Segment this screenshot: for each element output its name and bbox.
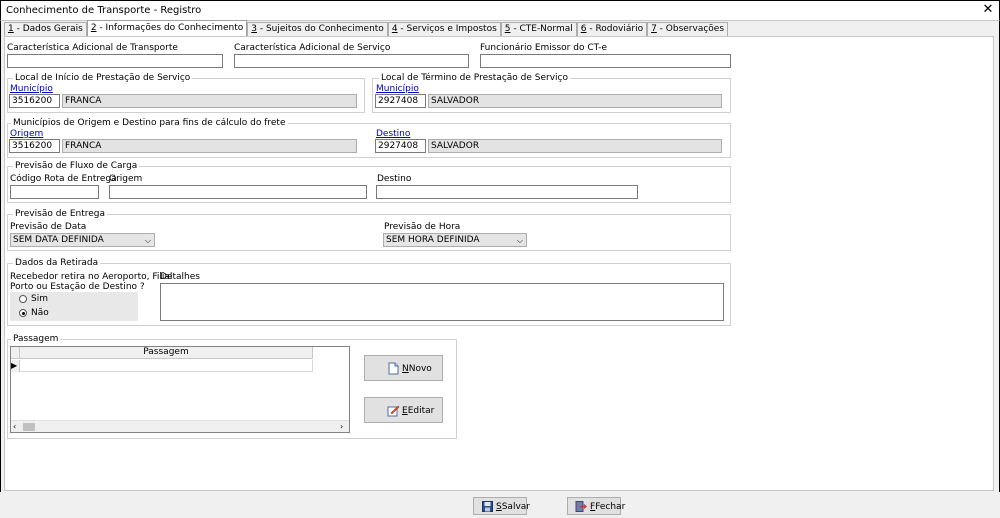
fluxo-origem-label: Origem <box>109 174 143 184</box>
chevron-down-icon: ⌵ <box>144 236 151 245</box>
exit-door-icon <box>575 501 587 512</box>
scrollbar-thumb[interactable] <box>23 423 35 431</box>
tab-sujeitos[interactable]: 3 - Sujeitos do Conhecimento <box>247 22 388 36</box>
salvar-button[interactable]: SSalvar <box>473 497 530 515</box>
fluxo-destino-input[interactable] <box>376 185 638 199</box>
destino-code: 2927408 <box>375 139 426 153</box>
retirada-question-line2: Porto ou Estação de Destino ? <box>10 282 145 292</box>
previsao-hora-label: Previsão de Hora <box>384 222 461 232</box>
fluxo-destino-label: Destino <box>377 174 412 184</box>
retirada-legend: Dados da Retirada <box>13 258 101 268</box>
caract-transporte-label: Característica Adicional de Transporte <box>7 43 178 53</box>
origem-link[interactable]: Origem <box>10 129 43 139</box>
detalhes-textarea[interactable] <box>160 283 724 321</box>
grid-corner-cell <box>11 347 20 359</box>
caract-transporte-input[interactable] <box>7 54 223 68</box>
entrega-legend: Previsão de Entrega <box>13 209 108 219</box>
nao-radio[interactable] <box>19 309 27 317</box>
sim-radio[interactable] <box>19 295 27 303</box>
tab-dados-gerais[interactable]: 1 - Dados Gerais <box>4 22 87 36</box>
salvar-label: Salvar <box>501 502 530 512</box>
caract-servico-label: Característica Adicional de Serviço <box>234 43 391 53</box>
scroll-right-icon[interactable]: › <box>340 421 343 433</box>
editar-label: Editar <box>407 406 435 416</box>
tab-servicos-impostos[interactable]: 4 - Serviços e Impostos <box>387 22 501 36</box>
window-title: Conhecimento de Transporte - Registro <box>6 5 202 16</box>
fluxo-origem-input[interactable] <box>109 185 367 199</box>
save-disk-icon <box>482 501 493 512</box>
termino-name: SALVADOR <box>428 94 722 108</box>
retirada-question-line1: Recebedor retira no Aeroporto, Filial <box>10 272 173 282</box>
caract-servico-input[interactable] <box>234 54 469 68</box>
close-icon[interactable]: ✕ <box>981 3 995 17</box>
tab-observacoes[interactable]: 7 - Observações <box>647 22 729 36</box>
title-bar: Conhecimento de Transporte - Registro ✕ <box>0 0 1000 20</box>
fechar-button[interactable]: FFechar <box>567 497 625 515</box>
retirada-radio-group <box>10 292 138 321</box>
novo-button[interactable]: NNovo <box>364 355 443 381</box>
tab-cte-normal[interactable]: 5 - CTE-Normal <box>500 22 577 36</box>
municipios-legend: Municípios de Origem e Destino para fins… <box>11 118 288 128</box>
previsao-data-select[interactable]: SEM DATA DEFINIDA ⌵ <box>10 233 155 247</box>
termino-municipio-link[interactable]: Município <box>376 84 419 94</box>
tab-rodoviario[interactable]: 6 - Rodoviário <box>576 22 648 36</box>
grid-column-header[interactable]: Passagem <box>20 347 313 359</box>
inicio-municipio-link[interactable]: Município <box>10 84 53 94</box>
passagem-legend: Passagem <box>11 334 61 344</box>
origem-name: FRANCA <box>62 139 357 153</box>
codigo-rota-input[interactable] <box>10 185 99 199</box>
funcionario-label: Funcionário Emissor do CT-e <box>480 43 608 53</box>
nao-label: Não <box>31 308 49 318</box>
tab-informacoes-conhecimento[interactable]: 2 - Informações do Conhecimento <box>86 20 248 36</box>
destino-name: SALVADOR <box>428 139 722 153</box>
destino-link[interactable]: Destino <box>376 129 410 139</box>
inicio-name: FRANCA <box>62 94 357 108</box>
fechar-label: Fechar <box>595 502 626 512</box>
inicio-legend: Local de Início de Prestação de Serviço <box>13 73 193 83</box>
termino-legend: Local de Término de Prestação de Serviço <box>379 73 571 83</box>
termino-code: 2927408 <box>375 94 426 108</box>
chevron-down-icon: ⌵ <box>516 236 523 245</box>
detalhes-label: Detalhes <box>160 272 200 282</box>
edit-pencil-icon <box>387 405 400 417</box>
previsao-data-label: Previsão de Data <box>10 222 87 232</box>
previsao-hora-select[interactable]: SEM HORA DEFINIDA ⌵ <box>383 233 527 247</box>
novo-label: Novo <box>408 364 432 374</box>
inicio-code: 3516200 <box>9 94 60 108</box>
editar-button[interactable]: EEditar <box>364 397 443 423</box>
origem-code: 3516200 <box>9 139 60 153</box>
row-pointer-icon: ▶ <box>11 360 20 372</box>
table-row[interactable] <box>20 360 313 372</box>
funcionario-input[interactable] <box>480 54 731 68</box>
sim-label: Sim <box>31 294 48 304</box>
codigo-rota-label: Código Rota de Entrega <box>10 174 117 184</box>
fluxo-legend: Previsão de Fluxo de Carga <box>13 161 140 171</box>
tab-strip: 1 - Dados Gerais 2 - Informações do Conh… <box>4 20 729 37</box>
new-document-icon <box>388 362 399 375</box>
horizontal-scrollbar[interactable]: ‹ › <box>11 420 349 432</box>
scroll-left-icon[interactable]: ‹ <box>13 421 16 433</box>
